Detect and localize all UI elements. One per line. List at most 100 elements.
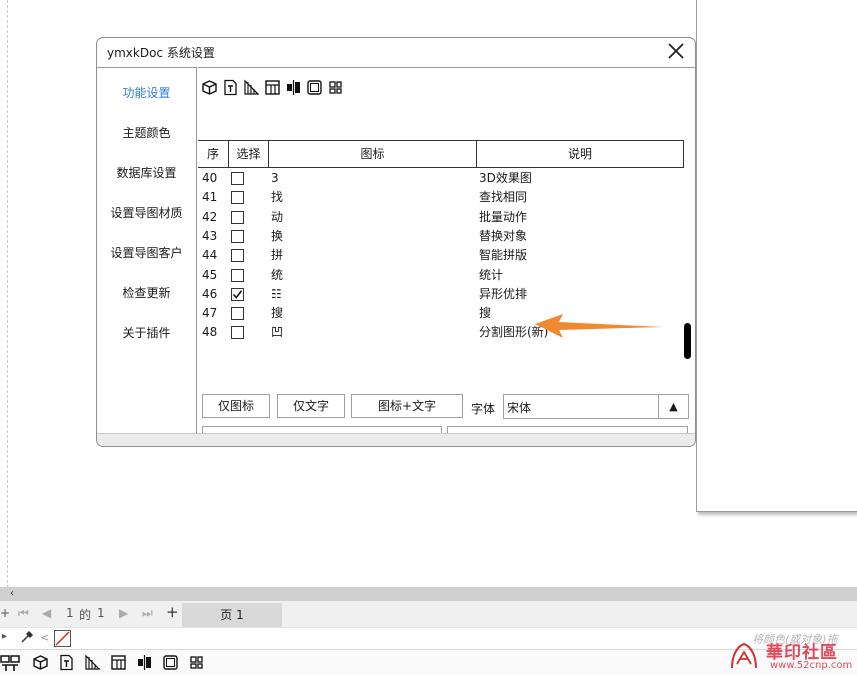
col-header-icon: 图标	[268, 141, 476, 168]
watermark-logo	[728, 640, 760, 674]
row-checkbox[interactable]	[231, 249, 244, 263]
font-select[interactable]: 宋体 ▲	[503, 394, 689, 419]
row-description: 3D效果图	[479, 171, 532, 185]
scroll-left-icon[interactable]: ‹	[10, 587, 14, 601]
close-icon[interactable]	[665, 40, 687, 62]
table-tool-icon[interactable]	[110, 654, 127, 674]
table-row[interactable]: 43 换 替换对象	[198, 227, 684, 246]
align-tool-icon[interactable]	[136, 654, 153, 674]
row-description: 搜	[479, 306, 492, 321]
table-row[interactable]: 45 统 统计	[198, 266, 684, 285]
table-header: 序 选择 图标 说明	[198, 140, 684, 168]
page-current: 1	[66, 606, 74, 620]
row-index: 47	[202, 306, 218, 321]
annotation-arrow	[535, 314, 663, 338]
nav-item-theme-color[interactable]: 主题颜色	[97, 124, 196, 141]
no-color-swatch[interactable]	[54, 630, 71, 647]
font-label: 字体	[471, 402, 496, 416]
caret-up-icon[interactable]: ▲	[658, 395, 688, 418]
row-checkbox[interactable]	[231, 326, 244, 340]
nav-item-feature-settings[interactable]: 功能设置	[97, 84, 196, 101]
cube-tool-icon[interactable]	[32, 654, 49, 674]
vertical-ruler	[0, 0, 8, 588]
row-index: 44	[202, 248, 218, 263]
nav-item-database-settings[interactable]: 数据库设置	[97, 164, 196, 181]
text-only-button[interactable]: 仅文字	[277, 394, 345, 418]
row-index: 48	[202, 325, 218, 340]
toolbar-preview	[201, 79, 344, 99]
ruler-icon	[243, 79, 260, 96]
settings-nav: 功能设置 主题颜色 数据库设置 设置导图材质 设置导图客户 检查更新 关于插件	[97, 67, 197, 433]
prev-page-icon[interactable]: ◀	[42, 606, 51, 620]
icon-only-button[interactable]: 仅图标	[202, 394, 270, 418]
row-description: 批量动作	[479, 209, 528, 224]
row-description: 智能拼版	[479, 248, 528, 263]
row-icon: ☷	[271, 286, 282, 301]
page-navigation-bar: + ⏮ ◀ 1 的 1 ▶ ⏭ + 页 1	[0, 601, 857, 627]
nav-item-export-customer[interactable]: 设置导图客户	[97, 244, 196, 261]
row-index: 46	[202, 286, 218, 301]
row-checkbox[interactable]	[231, 229, 244, 243]
col-header-select: 选择	[228, 141, 268, 168]
horizontal-scrollbar[interactable]: ‹	[0, 587, 857, 601]
row-checkbox[interactable]	[231, 172, 244, 185]
text-frame-icon	[222, 79, 239, 96]
row-icon: 换	[271, 228, 284, 243]
table-row[interactable]: 46 ☷ 异形优排	[198, 285, 684, 304]
table-row[interactable]: 42 动 批量动作	[198, 208, 684, 227]
table-row[interactable]: 44 拼 智能拼版	[198, 246, 684, 265]
cube-icon	[201, 79, 218, 96]
first-page-icon[interactable]: ⏮	[18, 606, 29, 621]
dialog-status-strip	[97, 433, 695, 446]
frame-tool-icon[interactable]	[162, 654, 179, 674]
table-row[interactable]: 40 3 3D效果图	[198, 169, 684, 188]
row-icon: 拼	[271, 248, 284, 263]
table-row[interactable]: 41 找 查找相同	[198, 188, 684, 207]
grid-icon	[327, 79, 344, 96]
ruler-tool-icon[interactable]	[84, 654, 101, 674]
row-description: 统计	[479, 267, 504, 282]
row-icon: 找	[271, 190, 284, 205]
row-checkbox[interactable]	[231, 307, 244, 321]
checkmark-icon	[232, 290, 243, 299]
row-checkbox[interactable]	[231, 191, 244, 205]
dialog-titlebar[interactable]: ymxkDoc 系统设置	[97, 38, 695, 66]
eyedropper-icon[interactable]	[20, 630, 34, 647]
last-page-icon[interactable]: ⏭	[142, 606, 153, 621]
row-index: 42	[202, 209, 218, 224]
page-of-label: 的	[79, 608, 92, 622]
row-icon: 动	[271, 209, 284, 224]
palette-scroll-icon[interactable]: ▸	[2, 631, 7, 642]
row-icon: 凹	[271, 325, 284, 340]
settings-content: 序 选择 图标 说明 40 3 3D效果图 41 找 查找相同 42 动 批量动作 43 换 替换对象…	[198, 67, 695, 446]
row-index: 43	[202, 228, 218, 243]
icon-text-button[interactable]: 图标+文字	[351, 394, 463, 418]
row-icon: 统	[271, 267, 284, 282]
plugin-logo-icon[interactable]	[0, 654, 20, 676]
page-tab[interactable]: 页 1	[182, 603, 282, 627]
table-icon	[264, 79, 281, 96]
row-checkbox[interactable]	[231, 268, 244, 282]
row-description: 异形优排	[479, 286, 528, 301]
row-checkbox[interactable]	[231, 210, 244, 224]
nav-item-check-update[interactable]: 检查更新	[97, 284, 196, 301]
watermark-url: www.52cnp.com	[770, 660, 853, 671]
nav-item-export-material[interactable]: 设置导图材质	[97, 204, 196, 221]
arrow-shape	[535, 314, 663, 338]
row-index: 45	[202, 267, 218, 282]
text-tool-icon[interactable]	[58, 654, 75, 674]
font-select-value: 宋体	[507, 401, 532, 415]
table-scrollbar-thumb[interactable]	[684, 323, 691, 359]
add-page-icon[interactable]: +	[166, 603, 179, 621]
settings-dialog: ymxkDoc 系统设置 功能设置 主题颜色 数据库设置 设置导图材质 设置导图…	[96, 37, 696, 447]
grid-tool-icon[interactable]	[188, 654, 205, 674]
palette-left-icon[interactable]: <	[40, 631, 49, 644]
page-total: 1	[97, 606, 105, 620]
next-page-icon[interactable]: ▶	[119, 606, 128, 620]
add-page-before-icon[interactable]: +	[0, 606, 10, 620]
row-checkbox[interactable]	[231, 287, 244, 301]
nav-item-about[interactable]: 关于插件	[97, 324, 196, 341]
row-icon: 3	[271, 171, 279, 185]
frame-icon	[306, 79, 323, 96]
plugin-toolbar: 華印社區 www.52cnp.com	[0, 642, 857, 676]
